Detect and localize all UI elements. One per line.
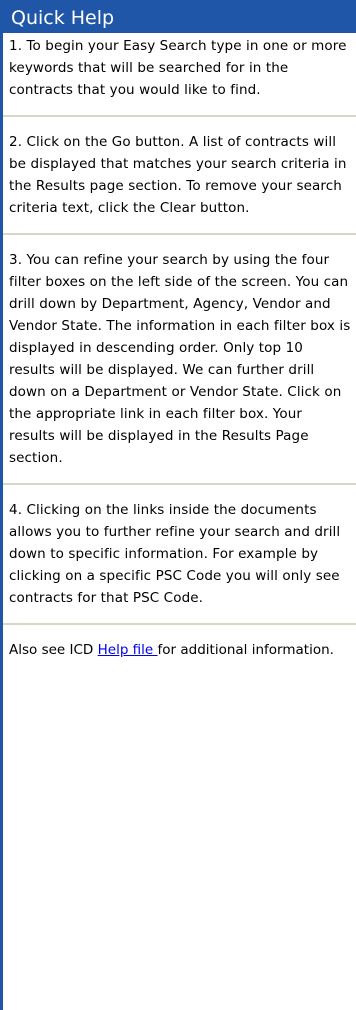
help-step-4: 4. Clicking on the links inside the docu…: [9, 502, 341, 606]
footer-suffix: for additional information.: [157, 642, 334, 658]
help-step-2: 2. Click on the Go button. A list of con…: [9, 134, 347, 216]
section-divider: [3, 233, 356, 235]
section-divider: [3, 623, 356, 625]
help-step-3: 3. You can refine your search by using t…: [9, 252, 351, 466]
quick-help-panel: Quick Help 1. To begin your Easy Search …: [0, 0, 356, 1010]
help-file-link[interactable]: Help file: [98, 642, 158, 658]
quick-help-content: 1. To begin your Easy Search type in one…: [3, 33, 356, 661]
footer-prefix: Also see ICD: [9, 642, 98, 658]
section-divider: [3, 483, 356, 485]
help-footer: Also see ICD Help file for additional in…: [3, 639, 356, 661]
help-step-1: 1. To begin your Easy Search type in one…: [9, 38, 347, 98]
quick-help-header: Quick Help: [0, 0, 356, 33]
section-divider: [3, 115, 356, 117]
